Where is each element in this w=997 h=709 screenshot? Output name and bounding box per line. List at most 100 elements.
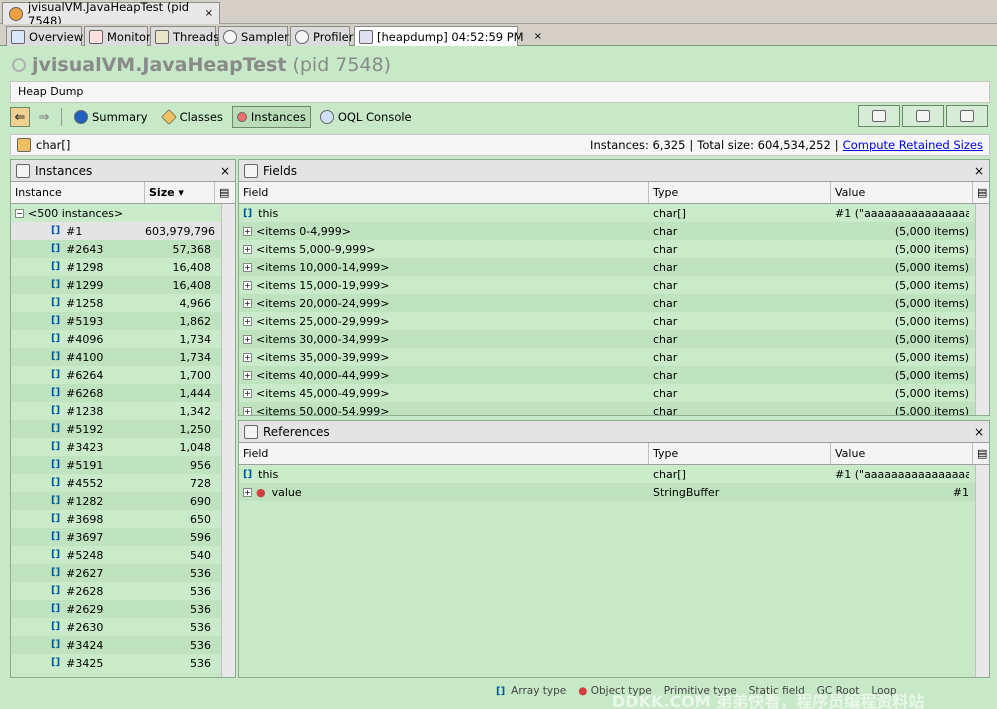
back-arrow-icon[interactable]: ⇐ [10, 107, 30, 127]
tab-threads[interactable]: Threads [150, 26, 219, 46]
instance-column[interactable]: Instance [11, 182, 145, 203]
table-row[interactable]: + <items 0-4,999> char (5,000 items) [239, 222, 989, 240]
tab-profiler[interactable]: Profiler [290, 26, 354, 46]
table-row[interactable]: [] #2627 536 [11, 564, 235, 582]
column-chooser-icon[interactable]: ▤ [215, 182, 229, 203]
value-cell: (5,000 items) [894, 296, 969, 310]
expand-icon[interactable]: + [243, 352, 252, 362]
table-row[interactable]: [] #1299 16,408 [11, 276, 235, 294]
table-row[interactable]: [] #1282 690 [11, 492, 235, 510]
table-row[interactable]: + <items 20,000-24,999> char (5,000 items) [239, 294, 989, 312]
expand-icon[interactable]: + [243, 487, 252, 497]
table-row[interactable]: [] #4096 1,734 [11, 330, 235, 348]
value-cell: #1 ("aaaaaaaaaaaaaaaaa... [835, 206, 969, 220]
field-column[interactable]: Field [239, 182, 649, 203]
table-row[interactable]: [] #4100 1,734 [11, 348, 235, 366]
table-row[interactable]: [] #2629 536 [11, 600, 235, 618]
fields-list[interactable]: [] this char[] #1 ("aaaaaaaaaaaaaaaaa... + <i… [239, 204, 989, 415]
table-row[interactable]: [] #1258 4,966 [11, 294, 235, 312]
table-row[interactable]: [] #3423 1,048 [11, 438, 235, 456]
instances-button[interactable]: Instances [231, 106, 311, 128]
instance-id: #5193 [66, 314, 104, 328]
expand-icon[interactable]: + [243, 280, 252, 290]
table-row[interactable]: [] #3697 596 [11, 528, 235, 546]
summary-button[interactable]: Summary [69, 106, 153, 128]
table-row[interactable]: [] #2628 536 [11, 582, 235, 600]
table-row[interactable]: [] #2643 57,368 [11, 240, 235, 258]
column-chooser-icon[interactable]: ▤ [973, 443, 987, 464]
forward-arrow-icon[interactable]: ⇒ [34, 107, 54, 127]
column-chooser-icon[interactable]: ▤ [973, 182, 987, 203]
window-tab-close-icon[interactable]: × [205, 8, 213, 19]
tab-monitor[interactable]: Monitor [84, 26, 151, 46]
ref-value-column[interactable]: Value [831, 443, 973, 464]
expand-icon[interactable]: + [243, 226, 252, 236]
value-column[interactable]: Value [831, 182, 973, 203]
table-row[interactable]: + <items 30,000-34,999> char (5,000 items) [239, 330, 989, 348]
table-row[interactable]: + <items 50,000-54,999> char (5,000 items) [239, 402, 989, 415]
array-instance-icon: [] [51, 242, 61, 254]
table-row[interactable]: [] #5248 540 [11, 546, 235, 564]
view-fields-button[interactable] [902, 105, 944, 127]
table-row[interactable]: + <items 5,000-9,999> char (5,000 items) [239, 240, 989, 258]
table-row[interactable]: [] #3424 536 [11, 636, 235, 654]
table-row[interactable]: + <items 35,000-39,999> char (5,000 items) [239, 348, 989, 366]
fields-panel-close-icon[interactable]: × [974, 164, 984, 178]
expand-icon[interactable]: + [243, 316, 252, 326]
table-row[interactable]: [] #2630 536 [11, 618, 235, 636]
references-list[interactable]: [] this char[] #1 ("aaaaaaaaaaaaaaaaa... + ● v… [239, 465, 989, 677]
tab-heapdump[interactable]: [heapdump] 04:52:59 PM × [354, 26, 542, 46]
expand-icon[interactable]: + [243, 298, 252, 308]
table-row[interactable]: + <items 10,000-14,999> char (5,000 items) [239, 258, 989, 276]
table-row[interactable]: [] #5191 956 [11, 456, 235, 474]
expand-icon[interactable]: + [243, 244, 252, 254]
table-row[interactable]: [] #1298 16,408 [11, 258, 235, 276]
table-row[interactable]: [] #1238 1,342 [11, 402, 235, 420]
oql-console-button[interactable]: OQL Console [315, 106, 417, 128]
type-column[interactable]: Type [649, 182, 831, 203]
references-panel-close-icon[interactable]: × [974, 425, 984, 439]
instances-panel-close-icon[interactable]: × [220, 164, 230, 178]
size-column[interactable]: Size ▾ [145, 182, 215, 203]
compute-retained-sizes-link[interactable]: Compute Retained Sizes [843, 138, 983, 152]
table-row[interactable]: + <items 25,000-29,999> char (5,000 items) [239, 312, 989, 330]
ref-field-column[interactable]: Field [239, 443, 649, 464]
page-title: jvisualVM.JavaHeapTest (pid 7548) [12, 54, 391, 76]
table-row[interactable]: [] #5192 1,250 [11, 420, 235, 438]
instance-size: 728 [190, 476, 211, 490]
collapse-icon[interactable]: − [15, 208, 24, 218]
table-row[interactable]: [] this char[] #1 ("aaaaaaaaaaaaaaaaa... [239, 465, 989, 483]
tab-heapdump-close-icon[interactable]: × [534, 31, 542, 42]
instance-id: #1298 [66, 260, 104, 274]
ref-type-column[interactable]: Type [649, 443, 831, 464]
table-row[interactable]: + <items 45,000-49,999> char (5,000 items) [239, 384, 989, 402]
table-row[interactable]: [] #3425 536 [11, 654, 235, 672]
expand-icon[interactable]: + [243, 388, 252, 398]
table-row[interactable]: [] #6264 1,700 [11, 366, 235, 384]
table-row[interactable]: + ● value StringBuffer #1 [239, 483, 989, 501]
expand-icon[interactable]: + [243, 334, 252, 344]
expand-icon[interactable]: + [243, 406, 252, 415]
table-row[interactable]: [] this char[] #1 ("aaaaaaaaaaaaaaaaa... [239, 204, 989, 222]
instance-size: 536 [190, 620, 211, 634]
window-tab[interactable]: jvisualVM.JavaHeapTest (pid 7548) × [2, 0, 220, 28]
view-instances-button[interactable] [858, 105, 900, 127]
table-row[interactable]: + <items 40,000-44,999> char (5,000 items) [239, 366, 989, 384]
table-row[interactable]: [] #3698 650 [11, 510, 235, 528]
table-row[interactable]: [] #5193 1,862 [11, 312, 235, 330]
instances-list[interactable]: − <500 instances> [] #1 603,979,796 [] #2643… [11, 204, 235, 677]
table-row[interactable]: [] #6268 1,444 [11, 384, 235, 402]
view-references-button[interactable] [946, 105, 988, 127]
table-row[interactable]: + <items 15,000-19,999> char (5,000 items) [239, 276, 989, 294]
fields-scrollbar[interactable] [975, 204, 989, 415]
table-row[interactable]: [] #1 603,979,796 [11, 222, 235, 240]
instances-scrollbar[interactable] [221, 204, 235, 677]
instances-group-row[interactable]: − <500 instances> [11, 204, 235, 222]
tab-overview[interactable]: Overview [6, 26, 83, 46]
expand-icon[interactable]: + [243, 262, 252, 272]
classes-button[interactable]: Classes [157, 106, 228, 128]
expand-icon[interactable]: + [243, 370, 252, 380]
tab-sampler[interactable]: Sampler [218, 26, 289, 46]
references-scrollbar[interactable] [975, 465, 989, 677]
table-row[interactable]: [] #4552 728 [11, 474, 235, 492]
